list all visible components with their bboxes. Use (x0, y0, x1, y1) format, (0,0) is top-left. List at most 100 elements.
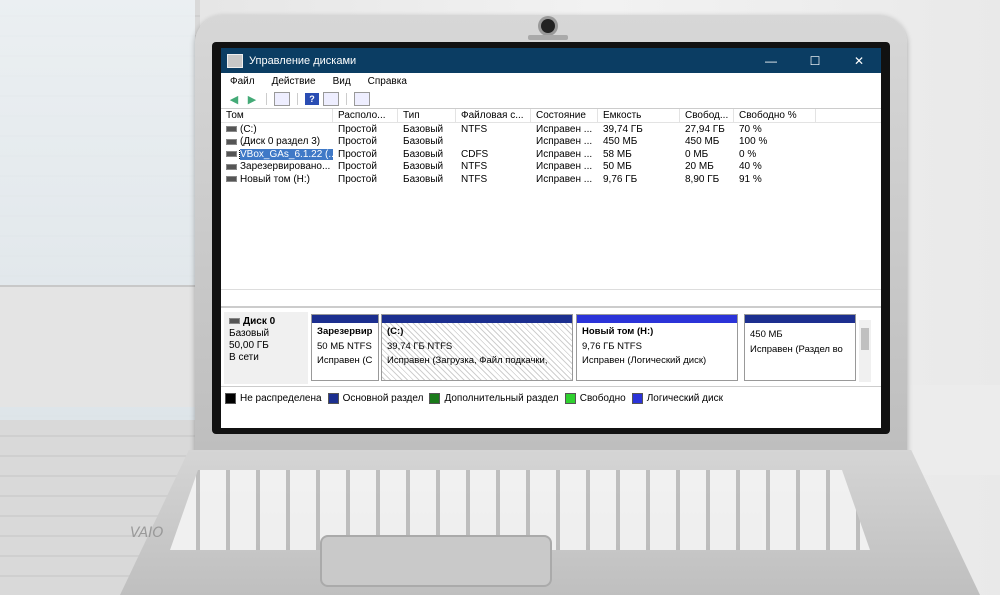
volume-capacity: 450 МБ (603, 136, 638, 148)
legend-swatch-logical (631, 392, 643, 404)
title-bar: Управление дисками — ☐ ✕ (221, 48, 881, 73)
legend-item: Логический диск (631, 392, 723, 404)
legend-item: Дополнительный раздел (429, 392, 559, 404)
volume-fs: NTFS (461, 123, 488, 135)
disk-pane-scrollbar[interactable] (859, 320, 871, 382)
volume-status: Исправен ... (536, 161, 593, 173)
partition-size: 9,76 ГБ NTFS (582, 340, 642, 352)
minimize-button[interactable]: — (749, 54, 793, 68)
volume-fs: NTFS (461, 161, 488, 173)
volume-capacity: 58 МБ (603, 148, 632, 160)
legend-item: Не распределена (225, 392, 322, 404)
scrollbar-thumb[interactable] (861, 328, 869, 350)
webcam-label (528, 35, 568, 40)
partition-name: Новый том (H:) (582, 326, 654, 337)
legend-label: Логический диск (646, 392, 723, 404)
legend-label: Дополнительный раздел (444, 392, 559, 404)
properties-icon[interactable] (354, 92, 370, 106)
volume-name: VBox_GAs_6.1.22 (... (239, 148, 333, 160)
window-title: Управление дисками (249, 54, 357, 67)
drive-icon (226, 138, 237, 145)
partition-size: 50 МБ NTFS (317, 340, 372, 352)
column-header-free[interactable]: Свобод... (680, 109, 734, 122)
column-header-type[interactable]: Тип (398, 109, 456, 122)
partition-bar (745, 315, 855, 323)
menu-file[interactable]: Файл (221, 76, 263, 87)
volume-name: (C:) (240, 123, 257, 135)
partition-size: 450 МБ (750, 329, 783, 340)
volume-layout: Простой (338, 173, 377, 185)
volume-type: Базовый (403, 136, 444, 148)
disk-type: Базовый (229, 328, 270, 339)
volume-layout: Простой (338, 136, 377, 148)
volume-name: (Диск 0 раздел 3) (240, 136, 321, 148)
partition-size: 39,74 ГБ NTFS (387, 340, 453, 352)
partition-status: Исправен (С (317, 355, 373, 366)
partition-status: Исправен (Загрузка, Файл подкачки, (387, 355, 548, 366)
volume-status: Исправен ... (536, 148, 593, 160)
table-row[interactable]: Зарезервировано... Простой Базовый NTFS … (221, 161, 881, 174)
partition-reserved[interactable]: Зарезервир 50 МБ NTFS Исправен (С (311, 314, 379, 381)
forward-arrow-icon[interactable]: ▶ (245, 93, 259, 106)
partition-recovery[interactable]: 450 МБ Исправен (Раздел во (744, 314, 856, 381)
disk-name: Диск 0 (243, 316, 276, 327)
volume-free-pct: 40 % (739, 161, 762, 173)
volume-free-pct: 100 % (739, 136, 768, 148)
toolbar-separator (297, 93, 298, 105)
table-row[interactable]: (Диск 0 раздел 3) Простой Базовый Исправ… (221, 136, 881, 149)
menu-help[interactable]: Справка (359, 76, 415, 87)
legend-swatch-free (564, 392, 576, 404)
window-sill (0, 285, 220, 407)
partition-h[interactable]: Новый том (H:) 9,76 ГБ NTFS Исправен (Ло… (576, 314, 738, 381)
volume-status: Исправен ... (536, 136, 593, 148)
partition-c[interactable]: (C:) 39,74 ГБ NTFS Исправен (Загрузка, Ф… (381, 314, 573, 381)
legend-item: Свободно (564, 392, 626, 404)
column-header-capacity[interactable]: Емкость (598, 109, 680, 122)
back-arrow-icon[interactable]: ◀ (227, 93, 241, 106)
maximize-button[interactable]: ☐ (793, 54, 837, 68)
volume-status: Исправен ... (536, 173, 593, 185)
volume-fs: CDFS (461, 148, 489, 160)
column-header-volume[interactable]: Том (221, 109, 333, 122)
partition-name: (C:) (387, 326, 404, 337)
legend: Не распределена Основной раздел Дополнит… (221, 386, 881, 409)
volume-layout: Простой (338, 148, 377, 160)
volume-capacity: 50 МБ (603, 161, 632, 173)
toolbar-separator (266, 93, 267, 105)
volume-fs: NTFS (461, 173, 488, 185)
volume-type: Базовый (403, 148, 444, 160)
legend-label: Не распределена (240, 392, 322, 404)
partition-status: Исправен (Раздел во (750, 343, 843, 355)
volume-list: Том Располо... Тип Файловая с... Состоян… (221, 109, 881, 290)
legend-label: Основной раздел (342, 392, 424, 404)
touchpad (320, 535, 552, 587)
column-header-filesystem[interactable]: Файловая с... (456, 109, 531, 122)
column-header-status[interactable]: Состояние (531, 109, 598, 122)
volume-type: Базовый (403, 161, 444, 173)
legend-item: Основной раздел (327, 392, 424, 404)
volume-free: 450 МБ (685, 136, 720, 148)
console-icon[interactable] (323, 92, 339, 106)
volume-free-pct: 91 % (739, 173, 762, 185)
webcam-icon (541, 19, 555, 33)
disk-icon (229, 318, 240, 325)
partition-bar (312, 315, 378, 323)
brand-logo: VAIO (130, 525, 164, 541)
panel-icon[interactable] (274, 92, 290, 106)
table-row-selected[interactable]: VBox_GAs_6.1.22 (... Простой Базовый CDF… (221, 148, 881, 161)
volume-name: Новый том (H:) (240, 173, 310, 185)
partition-name: Зарезервир (317, 326, 373, 337)
column-header-layout[interactable]: Располо... (333, 109, 398, 122)
legend-swatch-extended (429, 392, 441, 404)
table-row[interactable]: Новый том (H:) Простой Базовый NTFS Испр… (221, 173, 881, 186)
drive-icon (226, 176, 237, 183)
close-button[interactable]: ✕ (837, 54, 881, 68)
menu-action[interactable]: Действие (263, 76, 324, 87)
legend-swatch-unallocated (225, 392, 236, 404)
disk-info[interactable]: Диск 0 Базовый 50,00 ГБ В сети (224, 312, 308, 384)
help-icon[interactable]: ? (305, 93, 319, 105)
menu-view[interactable]: Вид (324, 76, 359, 87)
volume-layout: Простой (338, 123, 377, 135)
table-row[interactable]: (C:) Простой Базовый NTFS Исправен ... 3… (221, 123, 881, 136)
column-header-free-pct[interactable]: Свободно % (734, 109, 816, 122)
